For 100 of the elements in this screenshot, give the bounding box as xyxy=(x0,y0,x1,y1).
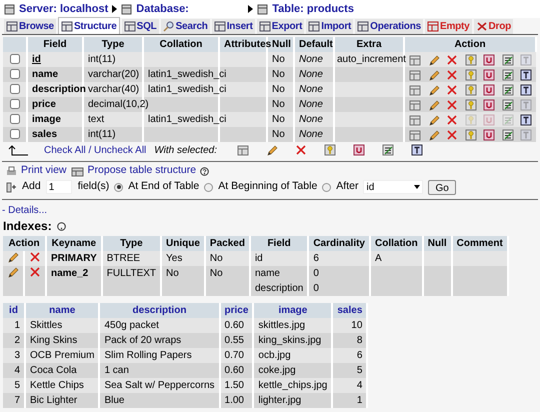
key-icon[interactable] xyxy=(464,68,476,80)
tab[interactable]: Import xyxy=(306,19,354,34)
print-view-link[interactable]: Print view xyxy=(21,163,67,179)
radio-button[interactable] xyxy=(204,182,214,192)
table-cell: varchar(20) xyxy=(88,69,140,80)
t-icon[interactable] xyxy=(520,68,532,80)
pencil-icon[interactable] xyxy=(428,98,440,110)
list-icon[interactable] xyxy=(502,98,514,110)
table-icon[interactable] xyxy=(409,114,421,126)
row-checkbox[interactable] xyxy=(10,129,20,140)
key-icon[interactable] xyxy=(464,84,476,96)
table-cell: auto_increment xyxy=(337,54,406,65)
u-icon[interactable] xyxy=(483,54,495,66)
pencil-icon[interactable] xyxy=(428,84,440,96)
details-link[interactable]: - Details... xyxy=(2,205,48,216)
table-icon[interactable] xyxy=(409,84,421,96)
table-icon[interactable] xyxy=(409,54,421,66)
table-cell: None xyxy=(299,69,323,80)
u-icon[interactable] xyxy=(483,84,495,96)
breadcrumb-link[interactable]: Table: products xyxy=(272,0,354,18)
table-cell: 0.60 xyxy=(224,320,244,331)
table-cell: latin1_swedish_ci xyxy=(148,69,226,80)
pencil-icon[interactable] xyxy=(428,114,440,126)
list-icon[interactable] xyxy=(382,144,394,156)
tab[interactable]: Browse xyxy=(4,19,56,34)
table-cell: varchar(40) xyxy=(88,84,140,95)
table-icon xyxy=(257,4,268,14)
row-checkbox[interactable] xyxy=(10,114,20,124)
table-cell: 0.70 xyxy=(224,350,244,361)
tab[interactable]: Operations xyxy=(355,19,423,34)
field-count-input[interactable]: 1 xyxy=(46,180,72,194)
column-header[interactable]: id xyxy=(3,303,25,318)
propose-structure-link[interactable]: Propose table structure xyxy=(88,163,196,179)
t-icon[interactable] xyxy=(410,144,423,156)
pencil-icon[interactable] xyxy=(266,144,278,156)
column-header[interactable]: name xyxy=(25,303,100,318)
pencil-icon[interactable] xyxy=(7,251,19,263)
tab[interactable]: Export xyxy=(256,19,304,34)
key-icon[interactable] xyxy=(464,128,476,140)
u-icon[interactable] xyxy=(483,128,495,140)
cross-icon[interactable] xyxy=(29,251,41,263)
column-header: Null xyxy=(422,236,452,251)
u-icon[interactable] xyxy=(483,98,495,110)
row-checkbox[interactable] xyxy=(10,84,20,94)
printer-icon xyxy=(6,166,17,176)
column-header: Packed xyxy=(204,236,250,251)
u-icon[interactable] xyxy=(352,144,365,156)
column-header[interactable]: image xyxy=(253,303,332,318)
table-cell: 0 xyxy=(313,268,319,279)
breadcrumb-link[interactable]: Database: xyxy=(136,0,244,18)
check-all-link[interactable]: Check All / Uncheck All xyxy=(44,144,146,156)
list-icon[interactable] xyxy=(502,54,514,66)
u-icon[interactable] xyxy=(483,68,495,80)
table-icon[interactable] xyxy=(236,144,249,156)
list-icon[interactable] xyxy=(502,68,514,80)
cross-icon[interactable] xyxy=(446,114,458,126)
after-field-select[interactable]: id xyxy=(363,180,424,194)
tab[interactable]: Structure xyxy=(58,17,120,34)
list-icon[interactable] xyxy=(502,84,514,96)
tab[interactable]: Empty xyxy=(424,19,472,34)
t-icon[interactable] xyxy=(520,84,532,96)
column-header: Type xyxy=(83,37,143,52)
pencil-icon[interactable] xyxy=(428,54,440,66)
column-header[interactable]: sales xyxy=(332,303,368,318)
column-header: Field xyxy=(27,37,83,52)
row-checkbox[interactable] xyxy=(10,54,20,64)
cross-icon[interactable] xyxy=(29,266,41,278)
key-icon[interactable] xyxy=(464,54,476,66)
breadcrumb-link[interactable]: Server: localhost xyxy=(19,0,108,18)
cross-icon[interactable] xyxy=(446,98,458,110)
radio-button[interactable] xyxy=(114,182,124,192)
cross-icon[interactable] xyxy=(446,54,458,66)
list-icon[interactable] xyxy=(502,128,514,140)
table-icon[interactable] xyxy=(409,98,421,110)
pencil-icon[interactable] xyxy=(7,266,19,278)
column-header: Comment xyxy=(452,236,508,251)
column-header[interactable]: description xyxy=(99,303,220,318)
go-button[interactable]: Go xyxy=(428,180,456,194)
pencil-icon[interactable] xyxy=(428,68,440,80)
cross-icon[interactable] xyxy=(446,128,458,140)
radio-label: At End of Table xyxy=(128,179,200,194)
column-header[interactable]: price xyxy=(220,303,254,318)
t-icon[interactable] xyxy=(520,114,532,126)
key-icon[interactable] xyxy=(464,98,476,110)
table-icon[interactable] xyxy=(409,68,421,80)
cross-icon[interactable] xyxy=(294,144,307,156)
radio-button[interactable] xyxy=(322,182,332,192)
tab[interactable]: SQL xyxy=(122,19,159,34)
pencil-icon[interactable] xyxy=(428,128,440,140)
cross-icon[interactable] xyxy=(446,84,458,96)
key-icon[interactable] xyxy=(324,144,336,156)
row-checkbox[interactable] xyxy=(10,99,20,110)
column-header: Type xyxy=(102,236,162,251)
tab[interactable]: Drop xyxy=(474,19,514,34)
table-cell: 10 xyxy=(351,320,362,331)
table-cell: id xyxy=(254,253,263,264)
cross-icon[interactable] xyxy=(446,68,458,80)
tab[interactable]: Search xyxy=(160,19,210,34)
row-checkbox[interactable] xyxy=(10,69,20,80)
tab[interactable]: Insert xyxy=(212,19,255,34)
